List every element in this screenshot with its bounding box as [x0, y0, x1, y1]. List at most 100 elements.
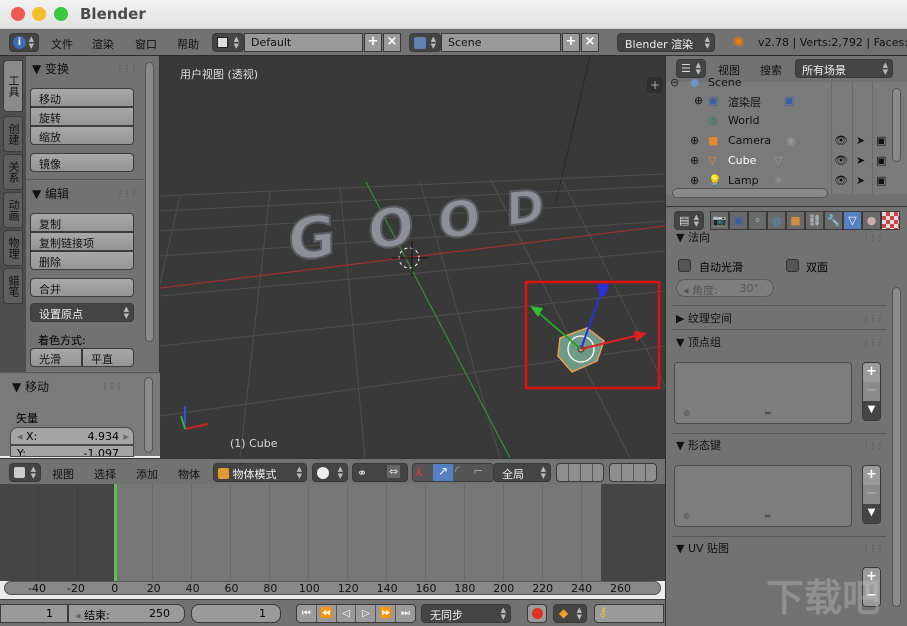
manipulator-center-icon[interactable]: ⇔ — [387, 465, 401, 478]
current-frame-indicator[interactable] — [114, 484, 117, 581]
decrement-arrow-icon[interactable]: ◂ — [75, 609, 81, 622]
jump-keyframe-back-icon[interactable]: ⏪ — [317, 605, 337, 622]
translate-manipulator-icon[interactable]: ↗ — [433, 464, 453, 481]
tab-create[interactable]: 创建 — [3, 116, 23, 152]
scale-manipulator-icon[interactable]: ⌐ — [473, 464, 483, 478]
increment-arrow-icon[interactable]: ▸ — [123, 430, 129, 443]
rotate-button[interactable]: 旋转 — [30, 107, 134, 126]
outliner-vertical-scrollbar[interactable] — [892, 88, 901, 162]
delete-scene-button[interactable]: × — [581, 33, 599, 52]
menu-select[interactable]: 选择 — [94, 466, 116, 482]
timeline-ruler-scrollbar[interactable]: -40 -20 0 20 40 60 80 100 120 140 160 180 200 220 240 2… — [4, 581, 661, 595]
shape-key-specials-button[interactable]: ▼ — [863, 504, 880, 523]
collapse-icon[interactable]: ⊖ — [670, 76, 679, 89]
menu-render[interactable]: 渲染 — [92, 36, 114, 52]
add-vertex-group-button[interactable]: + — [863, 363, 880, 382]
drag-grip-icon[interactable]: ⋮⋮⋮ — [116, 189, 138, 198]
outliner-row-camera[interactable]: ⊕ ■ Camera ◉ 👁 ➤ ▣ — [666, 134, 896, 154]
add-scene-button[interactable]: + — [562, 33, 580, 52]
sync-mode-selector[interactable]: 无同步 ▲ ▼ — [421, 604, 511, 623]
tool-shelf-scrollbar[interactable] — [145, 62, 154, 342]
delete-button[interactable]: 删除 — [30, 251, 134, 270]
expand-icon[interactable]: ⊕ — [690, 134, 699, 147]
screen-layout-selector[interactable]: ▲ ▼ — [212, 33, 244, 52]
end-frame-field[interactable]: ◂ 结束: 250 — [68, 604, 185, 623]
render-camera-icon[interactable]: ▣ — [876, 154, 886, 167]
gizmo-z-arrow-icon[interactable] — [597, 284, 609, 296]
uv-maps-panel-header[interactable]: ▼ UV 贴图 — [676, 540, 729, 556]
translate-button[interactable]: 移动 — [30, 88, 134, 107]
outliner-row-cube[interactable]: ⊕ ▽ Cube ▽ 👁 ➤ ▣ — [666, 154, 896, 174]
select-arrow-icon[interactable]: ➤ — [856, 154, 865, 167]
outliner-row-render-layers[interactable]: ⊕ ▣ 渲染层 ▣ — [666, 94, 896, 114]
tab-material-icon[interactable]: ● — [862, 211, 881, 230]
editor-type-button[interactable]: ▲ ▼ — [9, 463, 41, 482]
vector-x-field[interactable]: ◂ X: 4.934 ▸ — [10, 427, 134, 445]
remove-vertex-group-button[interactable]: − — [863, 382, 880, 401]
close-button[interactable] — [11, 7, 25, 21]
mode-selector[interactable]: 物体模式 ▲ ▼ — [213, 463, 307, 482]
auto-smooth-checkbox[interactable] — [678, 259, 691, 272]
normals-panel-header[interactable]: ▼ 法向 — [676, 229, 710, 245]
auto-keying-button[interactable] — [527, 604, 547, 623]
tab-mesh-data-icon[interactable]: ▽ — [843, 211, 862, 230]
add-shape-key-button[interactable]: + — [863, 466, 880, 485]
drag-grip-icon[interactable]: ⋮⋮⋮ — [862, 314, 884, 323]
start-frame-field[interactable]: 1 — [0, 604, 68, 623]
tab-modifiers-icon[interactable]: 🔧 — [824, 211, 843, 230]
manipulator-toggle-icon[interactable]: ⅄ — [415, 465, 422, 479]
current-frame-field[interactable]: 1 — [191, 604, 281, 623]
filter-options-icon[interactable]: ⊕ — [683, 512, 691, 522]
menu-window[interactable]: 窗口 — [135, 36, 157, 52]
scene-name[interactable]: Scene — [441, 33, 561, 52]
vertex-groups-panel-header[interactable]: ▼ 顶点组 — [676, 334, 721, 350]
tab-object-icon[interactable]: ■ — [786, 211, 805, 230]
scene-selector[interactable]: ▲ ▼ — [409, 33, 441, 52]
tab-physics[interactable]: 物理 — [3, 230, 23, 266]
expand-icon[interactable]: ⊕ — [690, 154, 699, 167]
pivot-point-selector[interactable]: ⚭ ⇔ — [352, 463, 408, 482]
jump-end-icon[interactable]: ⏭ — [396, 605, 415, 622]
properties-scrollbar[interactable] — [892, 287, 901, 607]
tab-grease-pencil[interactable]: 蜡笔 — [3, 268, 23, 304]
scale-button[interactable]: 缩放 — [30, 126, 134, 145]
3d-viewport[interactable]: G O O D 用户视图 (透视) (1) Cube + — [160, 56, 665, 458]
texture-space-panel-header[interactable]: ▶ 纹理空间 — [676, 310, 732, 326]
drag-grip-icon[interactable]: ⋮⋮⋮ — [862, 441, 884, 450]
keying-mode-selector[interactable]: ◆ ▲ ▼ — [553, 604, 587, 623]
gizmo-y-axis[interactable] — [533, 308, 582, 350]
visibility-eye-icon[interactable]: 👁 — [834, 134, 848, 147]
drag-grip-icon[interactable]: ⋮⋮⋮ — [101, 382, 123, 391]
shape-keys-panel-header[interactable]: ▼ 形态键 — [676, 437, 721, 453]
shape-keys-list[interactable]: ⊕ ═ — [674, 465, 852, 527]
screen-layout-name[interactable]: Default — [244, 33, 363, 52]
maximize-button[interactable] — [54, 7, 68, 21]
mirror-button[interactable]: 镜像 — [30, 153, 134, 172]
render-camera-icon[interactable]: ▣ — [876, 134, 886, 147]
tab-render-camera-icon[interactable]: 📷 — [710, 211, 729, 230]
menu-add[interactable]: 添加 — [136, 466, 158, 482]
jump-start-icon[interactable]: ⏮ — [297, 605, 317, 622]
duplicate-linked-button[interactable]: 复制链接项 — [30, 232, 134, 251]
tab-constraints-icon[interactable]: ⛓ — [805, 211, 824, 230]
select-arrow-icon[interactable]: ➤ — [856, 134, 865, 147]
timeline-area[interactable] — [0, 484, 665, 581]
vertex-groups-list[interactable]: ⊕ ═ — [674, 362, 852, 424]
edit-panel-header[interactable]: ▼ 编辑 — [32, 185, 69, 202]
tab-world-icon[interactable]: ◍ — [767, 211, 786, 230]
play-reverse-icon[interactable]: ◁ — [337, 605, 357, 622]
decrement-arrow-icon[interactable]: ◂ — [17, 430, 23, 443]
shade-flat-button[interactable]: 平直 — [82, 348, 134, 367]
editor-type-button[interactable]: i ▲ ▼ — [9, 33, 39, 52]
orientation-selector[interactable]: 全局 ▲ ▼ — [493, 463, 551, 482]
keying-set-field[interactable]: ⚷ — [594, 604, 664, 623]
menu-file[interactable]: 文件 — [51, 36, 73, 52]
operator-panel-scrollbar[interactable] — [144, 377, 153, 453]
layer-buttons-1[interactable] — [556, 463, 604, 482]
drag-grip-icon[interactable]: ⋮⋮⋮ — [116, 64, 138, 73]
outliner-row-scene[interactable]: ⊖ ● Scene — [666, 76, 896, 96]
menu-view[interactable]: 视图 — [52, 466, 74, 482]
join-button[interactable]: 合并 — [30, 278, 134, 297]
shade-smooth-button[interactable]: 光滑 — [30, 348, 82, 367]
render-camera-icon[interactable]: ▣ — [876, 174, 886, 187]
